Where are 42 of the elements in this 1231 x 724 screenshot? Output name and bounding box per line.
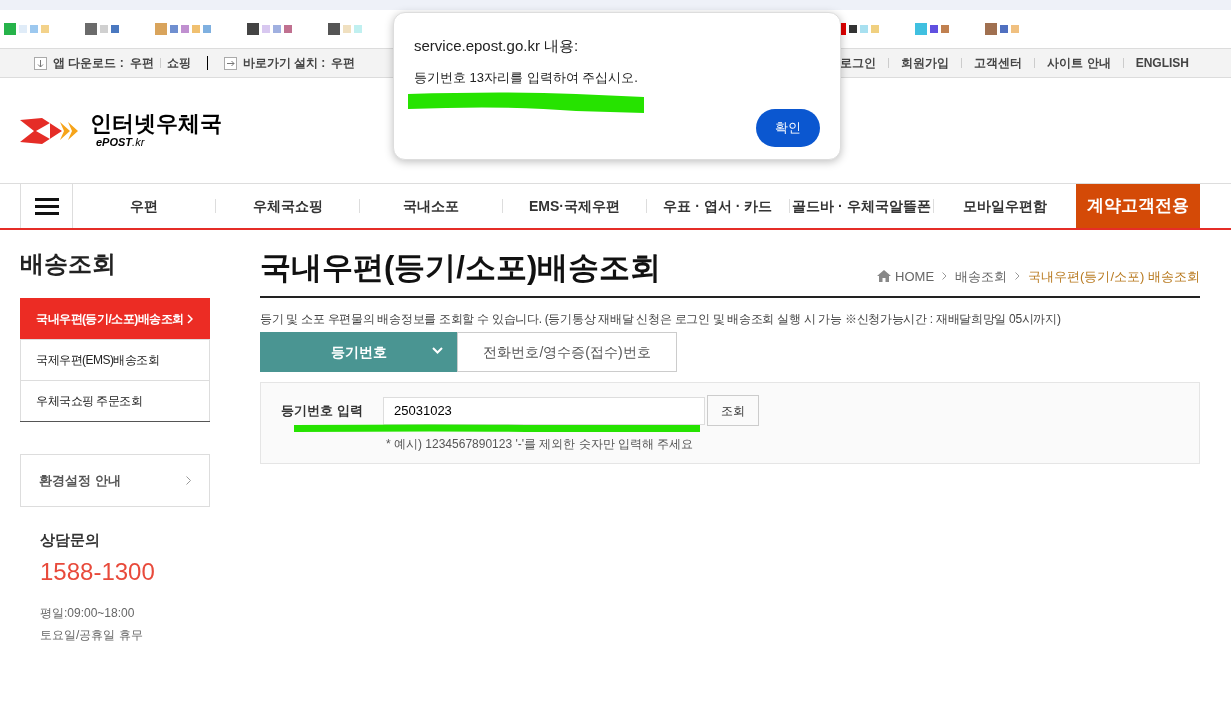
page-title: 국내우편(등기/소포)배송조회 xyxy=(260,249,662,287)
logo-subtitle: ePOST.kr xyxy=(96,137,146,148)
sidebar-item[interactable]: 국제우편(EMS)배송조회 xyxy=(20,339,210,380)
nav-tab[interactable]: 모바일우편함 xyxy=(933,195,1076,217)
hours-text: 토요일/공휴일 휴무 xyxy=(40,626,144,644)
app-download-label: 앱 다운로드 : xyxy=(53,55,124,72)
breadcrumb-link[interactable]: HOME xyxy=(877,266,935,286)
confirm-button[interactable]: 확인 xyxy=(756,109,820,147)
tracking-number-field[interactable]: 25031023 xyxy=(383,396,705,425)
hint-text: * 예시) 1234567890123 '-'를 제외한 숫자만 입력해 주세요 xyxy=(386,436,695,453)
sidebar-item[interactable]: 우체국쇼핑 주문조회 xyxy=(20,380,210,421)
app-link[interactable]: 쇼핑 xyxy=(166,54,191,72)
description-text: 등기 및 소포 우편물의 배송정보를 조회할 수 있습니다. (등기통상 재배달 신청은 로그인 및 배송조회 실행 시 가능 ※신청가능시간 : 재배달희망일 05시까지) xyxy=(260,311,1062,328)
shortcut-link[interactable]: 우편 xyxy=(331,54,356,72)
nav-tab[interactable]: EMS·국제우편 xyxy=(503,195,646,217)
shortcut-label: 바로가기 설치 : xyxy=(242,55,326,72)
sidebar-title: 배송조회 xyxy=(20,249,117,279)
breadcrumb-link[interactable]: 국내우편(등기/소포) 배송조회 xyxy=(1028,266,1200,286)
breadcrumb-link[interactable]: 배송조회 xyxy=(955,266,1008,286)
dialog-title: service.epost.go.kr 내용: xyxy=(414,36,580,56)
nav-tab[interactable]: 국내소포 xyxy=(359,195,503,217)
contact-title: 상담문의 xyxy=(40,530,101,550)
user-link[interactable]: 회원가입 xyxy=(901,54,950,72)
contact-phone: 1588-1300 xyxy=(40,556,156,587)
search-button[interactable]: 조회 xyxy=(707,395,759,426)
nav-tab[interactable]: 우편 xyxy=(73,195,216,217)
sidebar-item[interactable]: 국내우편(등기/소포)배송조회 xyxy=(20,298,210,339)
logo-name: 인터넷우체국 xyxy=(90,113,222,135)
app-link[interactable]: 우편 xyxy=(129,54,154,72)
nav-tab[interactable]: 우체국쇼핑 xyxy=(216,195,359,217)
user-link[interactable]: ENGLISH xyxy=(1135,54,1189,72)
hours-text: 평일:09:00~18:00 xyxy=(40,604,136,622)
search-type-tab[interactable]: 전화번호/영수증(접수)번호 xyxy=(457,332,677,372)
search-type-tab[interactable]: 등기번호 xyxy=(260,332,457,372)
nav-tab[interactable]: 골드바 · 우체국알뜰폰 xyxy=(790,195,933,217)
dialog-message: 등기번호 13자리를 입력하여 주십시오. xyxy=(414,68,639,87)
nav-tab[interactable]: 우표 · 엽서 · 카드 xyxy=(646,195,790,217)
user-link[interactable]: 로그인 xyxy=(840,54,877,72)
settings-guide-link[interactable]: 환경설정 안내 xyxy=(20,454,210,507)
field-label: 등기번호 입력 xyxy=(281,401,364,420)
user-link[interactable]: 고객센터 xyxy=(974,54,1023,72)
user-link[interactable]: 사이트 안내 xyxy=(1047,54,1111,72)
